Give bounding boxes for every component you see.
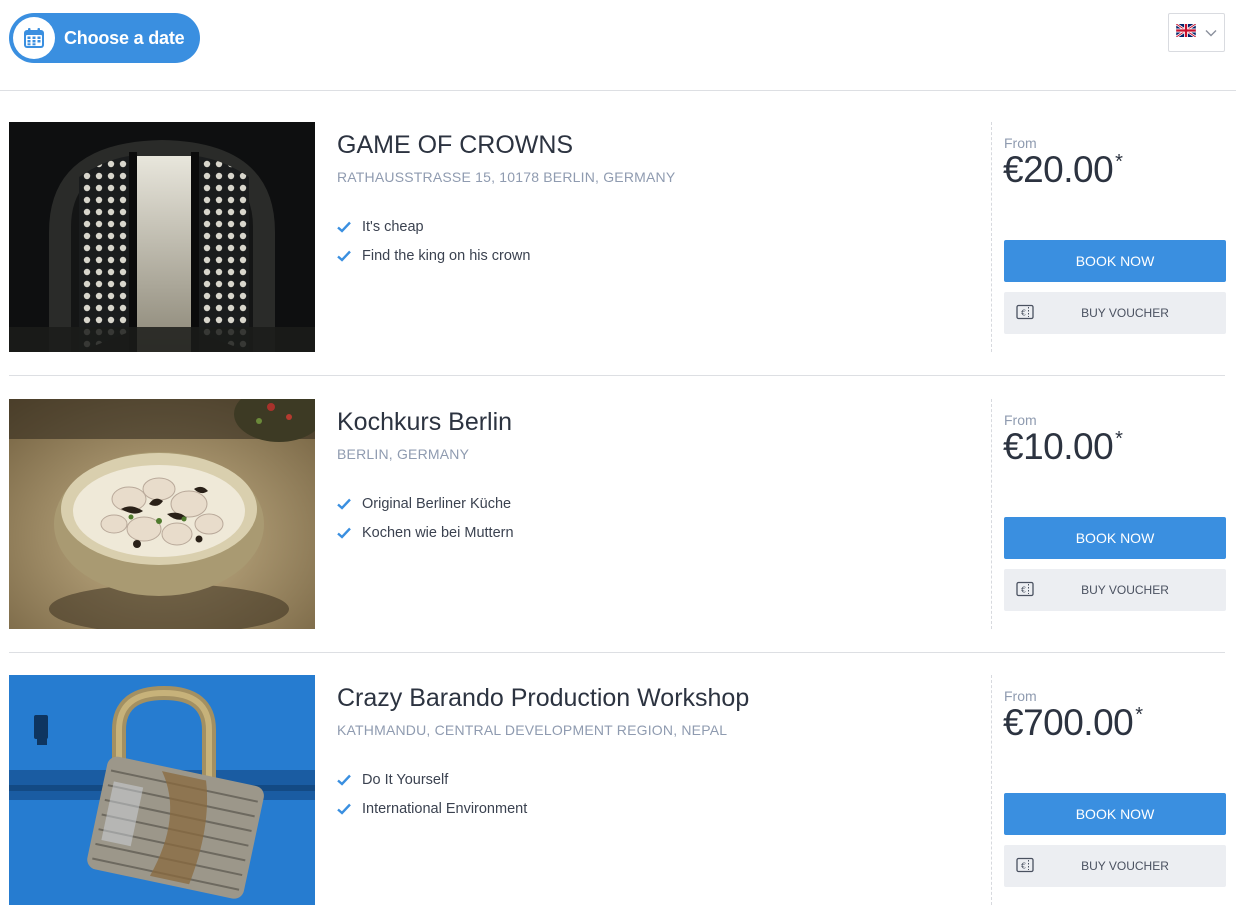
listing-info: GAME OF CROWNS RATHAUSSTRASSE 15, 10178 … — [337, 122, 967, 270]
padlock-photo — [9, 675, 315, 905]
buy-voucher-button[interactable]: € BUY VOUCHER — [1004, 292, 1226, 334]
listing-title[interactable]: GAME OF CROWNS — [337, 130, 967, 160]
feature-text: Do It Yourself — [362, 771, 449, 788]
feature-list: Do It Yourself International Environment — [337, 765, 967, 823]
svg-text:€: € — [1021, 862, 1026, 871]
price-asterisk: * — [1135, 704, 1143, 726]
voucher-icon: € — [1016, 304, 1034, 320]
voucher-icon: € — [1016, 581, 1034, 597]
feature-item: Kochen wie bei Muttern — [337, 518, 967, 547]
buy-voucher-label: BUY VOUCHER — [1081, 859, 1169, 873]
price-value: €10.00 — [1003, 426, 1114, 467]
listing-title[interactable]: Kochkurs Berlin — [337, 407, 967, 437]
voucher-icon: € — [1016, 857, 1034, 873]
feature-text: Kochen wie bei Muttern — [362, 524, 514, 541]
price: €700.00 * — [1003, 702, 1143, 744]
listing-address: RATHAUSSTRASSE 15, 10178 BERLIN, GERMANY — [337, 169, 676, 185]
listing-card: Crazy Barando Production Workshop KATHMA… — [9, 675, 1226, 920]
book-now-button[interactable]: BOOK NOW — [1004, 793, 1226, 835]
chevron-down-icon — [1205, 24, 1217, 42]
check-icon — [337, 498, 351, 510]
svg-text:€: € — [1021, 309, 1026, 318]
feature-item: International Environment — [337, 794, 967, 823]
top-bar: Choose a date — [0, 0, 1236, 91]
food-bowl-photo — [9, 399, 315, 629]
buy-voucher-label: BUY VOUCHER — [1081, 306, 1169, 320]
price: €10.00 * — [1003, 426, 1123, 468]
price-column: From €700.00 * BOOK NOW € BUY VOUCHER — [991, 675, 1226, 905]
listing-photo[interactable] — [9, 122, 315, 352]
feature-list: It's cheap Find the king on his crown — [337, 212, 967, 270]
feature-text: Find the king on his crown — [362, 247, 531, 264]
feature-text: International Environment — [362, 800, 528, 817]
listing-card: GAME OF CROWNS RATHAUSSTRASSE 15, 10178 … — [9, 122, 1226, 376]
price-value: €20.00 — [1003, 149, 1114, 190]
listing-title[interactable]: Crazy Barando Production Workshop — [337, 683, 967, 713]
listing-address: BERLIN, GERMANY — [337, 446, 470, 462]
check-icon — [337, 250, 351, 262]
feature-item: Original Berliner Küche — [337, 489, 967, 518]
price-asterisk: * — [1115, 151, 1123, 173]
listing-info: Kochkurs Berlin BERLIN, GERMANY Original… — [337, 399, 967, 547]
price-column: From €20.00 * BOOK NOW € BUY VOUCHER — [991, 122, 1226, 352]
language-selector[interactable] — [1168, 13, 1225, 52]
feature-list: Original Berliner Küche Kochen wie bei M… — [337, 489, 967, 547]
buy-voucher-button[interactable]: € BUY VOUCHER — [1004, 845, 1226, 887]
listing-address: KATHMANDU, CENTRAL DEVELOPMENT REGION, N… — [337, 722, 728, 738]
price-column: From €10.00 * BOOK NOW € BUY VOUCHER — [991, 399, 1226, 629]
book-now-button[interactable]: BOOK NOW — [1004, 240, 1226, 282]
feature-text: It's cheap — [362, 218, 424, 235]
book-now-button[interactable]: BOOK NOW — [1004, 517, 1226, 559]
check-icon — [337, 527, 351, 539]
uk-flag-icon — [1175, 22, 1197, 42]
price-value: €700.00 — [1003, 702, 1134, 743]
svg-text:€: € — [1021, 586, 1026, 595]
price: €20.00 * — [1003, 149, 1123, 191]
listing-photo[interactable] — [9, 399, 315, 629]
listing-photo[interactable] — [9, 675, 315, 905]
check-icon — [337, 221, 351, 233]
check-icon — [337, 774, 351, 786]
calendar-icon — [13, 17, 55, 59]
feature-item: Find the king on his crown — [337, 241, 967, 270]
listing-card: Kochkurs Berlin BERLIN, GERMANY Original… — [9, 399, 1226, 653]
feature-item: Do It Yourself — [337, 765, 967, 794]
choose-date-label: Choose a date — [64, 27, 185, 48]
buy-voucher-button[interactable]: € BUY VOUCHER — [1004, 569, 1226, 611]
feature-item: It's cheap — [337, 212, 967, 241]
buy-voucher-label: BUY VOUCHER — [1081, 583, 1169, 597]
price-asterisk: * — [1115, 428, 1123, 450]
feature-text: Original Berliner Küche — [362, 495, 512, 512]
dark-gate-photo — [9, 122, 315, 352]
listing-info: Crazy Barando Production Workshop KATHMA… — [337, 675, 967, 823]
check-icon — [337, 803, 351, 815]
choose-date-button[interactable]: Choose a date — [9, 13, 200, 63]
